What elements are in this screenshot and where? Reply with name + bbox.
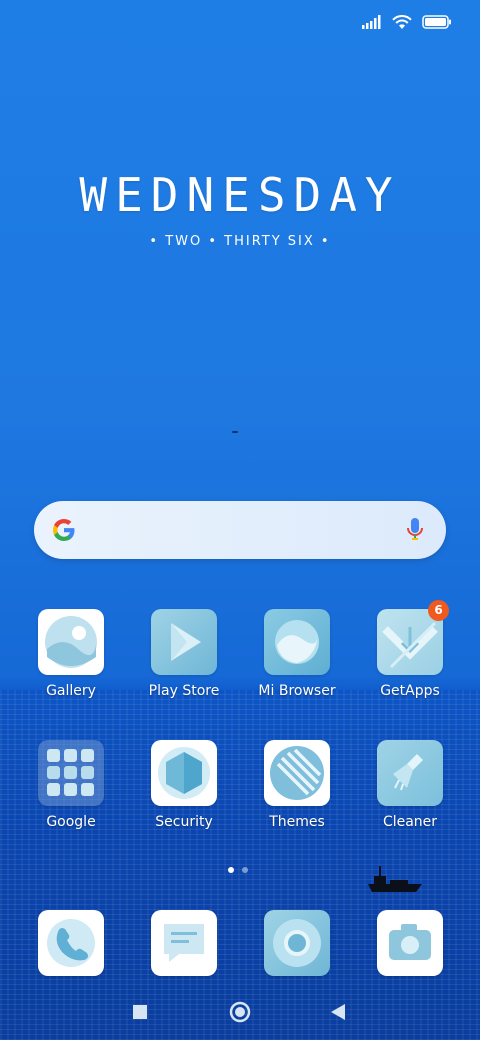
- time-in-words: • TWO • THIRTY SIX •: [149, 234, 331, 249]
- play-store-icon: [151, 609, 217, 675]
- chrome-icon: [264, 910, 330, 976]
- phone-icon: [38, 910, 104, 976]
- day-of-week: WEDNESDAY: [79, 168, 401, 222]
- google-folder-icon: [38, 740, 104, 806]
- page-indicator: [228, 867, 248, 873]
- app-getapps[interactable]: 6 GetApps: [354, 600, 466, 699]
- dock-messages[interactable]: [128, 910, 240, 976]
- dock-camera[interactable]: [354, 910, 466, 976]
- google-search-bar[interactable]: [34, 501, 446, 559]
- app-play-store[interactable]: Play Store: [128, 609, 240, 699]
- status-bar: [362, 12, 452, 32]
- getapps-icon: 6: [377, 600, 449, 675]
- app-label: Security: [155, 814, 213, 830]
- gallery-icon: [38, 609, 104, 675]
- messages-icon: [151, 910, 217, 976]
- dock-phone[interactable]: [15, 910, 127, 976]
- signal-icon: [362, 15, 382, 29]
- microphone-icon[interactable]: [406, 517, 424, 547]
- cleaner-icon: [377, 740, 443, 806]
- security-icon: [151, 740, 217, 806]
- google-g-icon: [50, 516, 78, 548]
- app-gallery[interactable]: Gallery: [15, 609, 127, 699]
- dock-chrome[interactable]: [241, 910, 353, 976]
- mi-browser-icon: [264, 609, 330, 675]
- app-label: Gallery: [46, 683, 96, 699]
- app-label: Play Store: [148, 683, 220, 699]
- back-icon[interactable]: [330, 1003, 346, 1025]
- clock-widget[interactable]: WEDNESDAY • TWO • THIRTY SIX •: [0, 168, 480, 249]
- notification-badge: 6: [428, 600, 449, 621]
- app-mi-browser[interactable]: Mi Browser: [241, 609, 353, 699]
- app-themes[interactable]: Themes: [241, 740, 353, 830]
- battery-icon: [422, 15, 452, 29]
- app-label: GetApps: [380, 683, 440, 699]
- app-label: Cleaner: [382, 814, 438, 830]
- wifi-icon: [392, 14, 412, 30]
- navigation-bar: [0, 1000, 480, 1024]
- app-label: Themes: [269, 814, 325, 830]
- recents-icon[interactable]: [132, 1004, 148, 1024]
- camera-icon: [377, 910, 443, 976]
- app-label: Mi Browser: [258, 683, 336, 699]
- app-cleaner[interactable]: Cleaner: [354, 740, 466, 830]
- themes-icon: [264, 740, 330, 806]
- home-icon[interactable]: [229, 1001, 251, 1027]
- page-dot-active: [228, 867, 234, 873]
- boat-silhouette: [368, 866, 422, 892]
- folder-google[interactable]: Google: [15, 740, 127, 830]
- page-dot: [242, 867, 248, 873]
- app-security[interactable]: Security: [128, 740, 240, 830]
- app-label: Google: [46, 814, 96, 830]
- bird-silhouette: [232, 431, 238, 433]
